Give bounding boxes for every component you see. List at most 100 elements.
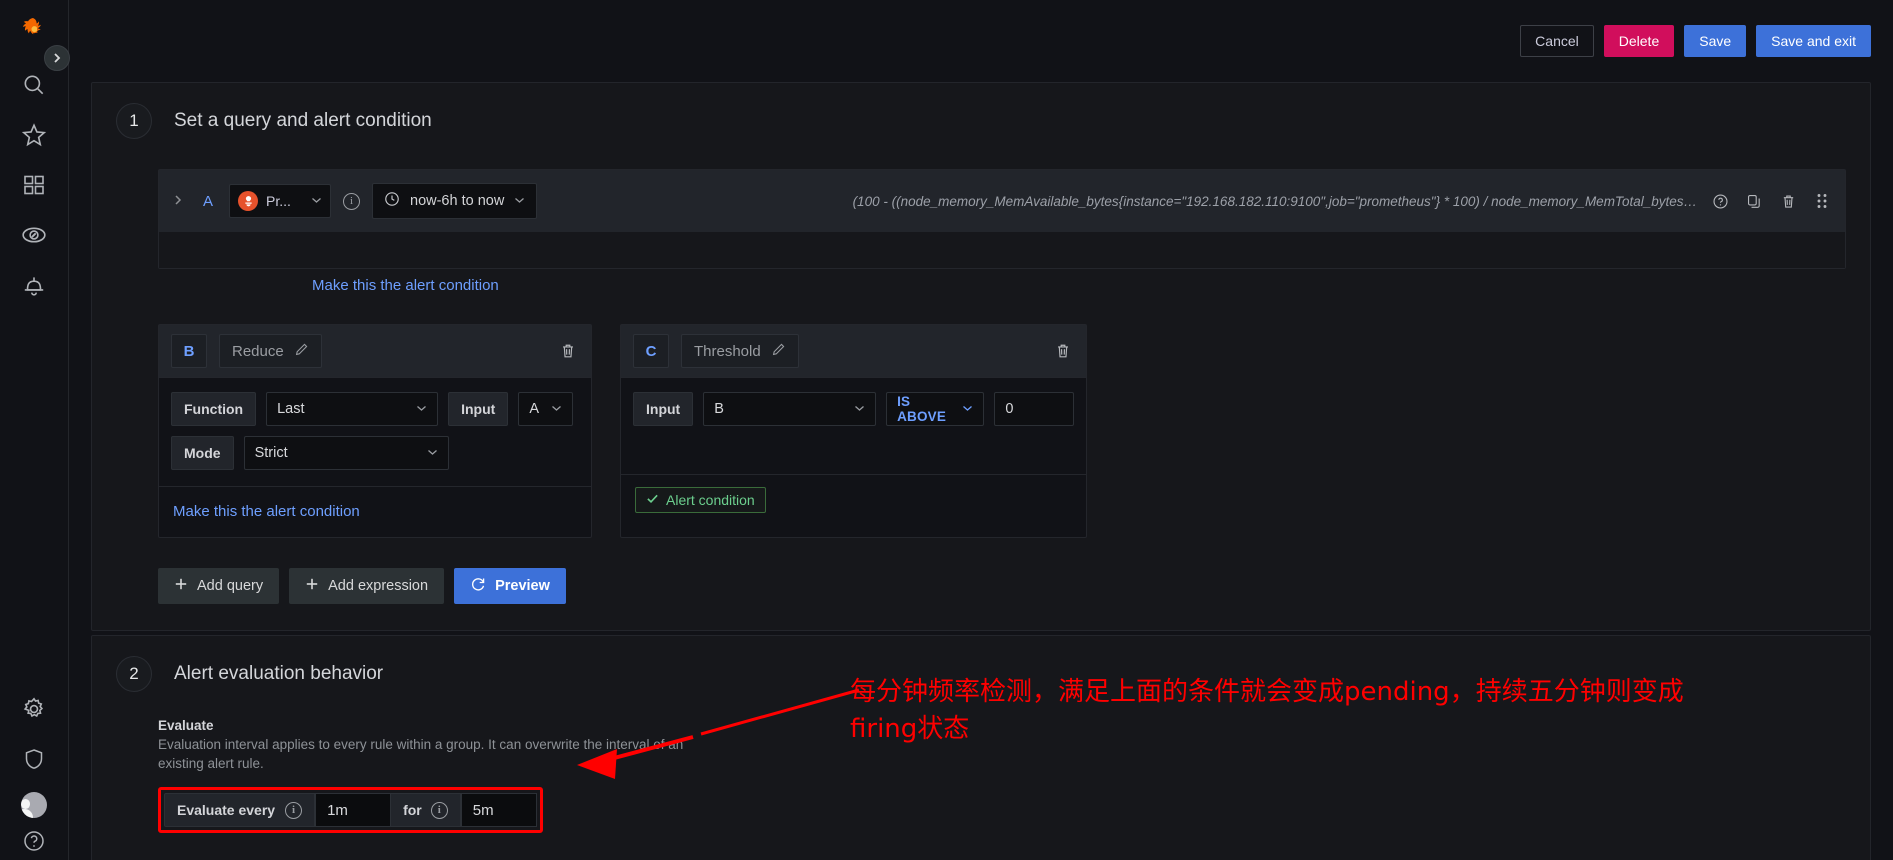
sidebar-item-configuration[interactable] <box>6 684 62 734</box>
expression-b-fields: Function Last Input A Mode Strict <box>159 378 591 486</box>
add-expression-label: Add expression <box>328 578 429 594</box>
sidebar-item-explore[interactable] <box>6 210 62 260</box>
expression-c-type[interactable]: Threshold <box>681 334 799 368</box>
save-button[interactable]: Save <box>1684 25 1747 57</box>
input-select[interactable]: A <box>518 392 574 426</box>
check-icon <box>646 492 659 508</box>
sidebar-item-alerting[interactable] <box>6 260 62 310</box>
pencil-icon[interactable] <box>771 342 786 361</box>
mode-select[interactable]: Strict <box>243 436 449 470</box>
threshold-input-value: B <box>714 401 724 417</box>
expression-b-make-alert-condition-link[interactable]: Make this the alert condition <box>173 503 360 520</box>
threshold-operator-value: IS ABOVE <box>897 394 947 424</box>
copy-icon[interactable] <box>1743 190 1765 212</box>
expression-b-function-row: Function Last Input A <box>171 392 579 426</box>
function-select[interactable]: Last <box>266 392 439 426</box>
preview-button[interactable]: Preview <box>454 568 566 604</box>
expression-b-header: B Reduce <box>159 325 591 378</box>
clock-icon <box>384 191 400 211</box>
query-a-box: A Pr... i now-6h to now (100 - ((node_me… <box>158 169 1846 269</box>
expression-c-delete-icon[interactable] <box>1052 340 1074 362</box>
evaluate-label: Evaluate <box>158 718 214 733</box>
expressions-row: B Reduce Function Last Input A Mode Stri… <box>158 324 1846 538</box>
delete-button[interactable]: Delete <box>1603 25 1675 57</box>
datasource-picker[interactable]: Pr... <box>229 184 331 218</box>
sidebar-item-starred[interactable] <box>6 110 62 160</box>
alert-condition-badge-label: Alert condition <box>666 492 755 508</box>
grafana-logo[interactable] <box>17 14 51 48</box>
chevron-down-icon <box>854 404 865 415</box>
chevron-down-icon <box>514 196 525 207</box>
datasource-name: Pr... <box>266 193 291 209</box>
step-2-title: Alert evaluation behavior <box>174 663 384 684</box>
add-query-label: Add query <box>197 578 264 594</box>
query-a-body <box>159 232 1845 268</box>
evaluate-fields-group: Evaluate every i 1m for i 5m <box>158 787 543 834</box>
function-label: Function <box>171 392 257 426</box>
trash-icon[interactable] <box>1777 190 1799 212</box>
evaluate-section: Evaluate Evaluation interval applies to … <box>158 718 1846 834</box>
mode-value: Strict <box>254 445 288 461</box>
time-range-value: now-6h to now <box>410 193 505 209</box>
sidebar-bottom-nav <box>6 684 62 860</box>
evaluate-every-text: Evaluate every <box>177 802 276 819</box>
threshold-value-input[interactable]: 0 <box>994 392 1074 426</box>
expression-c-header: C Threshold <box>621 325 1086 378</box>
threshold-input-select[interactable]: B <box>703 392 877 426</box>
query-a-expand-icon[interactable] <box>173 194 187 209</box>
evaluate-description: Evaluation interval applies to every rul… <box>158 737 684 771</box>
time-range-picker[interactable]: now-6h to now <box>372 183 538 219</box>
sidebar-item-server-admin[interactable] <box>6 734 62 784</box>
expression-b-card: B Reduce Function Last Input A Mode Stri… <box>158 324 592 538</box>
plus-icon <box>305 577 319 595</box>
input-label: Input <box>633 392 694 426</box>
expression-c-card: C Threshold Input B IS ABOVE 0 Alert con… <box>620 324 1087 538</box>
expression-b-footer: Make this the alert condition <box>159 486 591 537</box>
chevron-down-icon <box>551 404 562 415</box>
expression-c-footer: Alert condition <box>621 474 1086 525</box>
expression-c-fields: Input B IS ABOVE 0 <box>621 378 1086 474</box>
avatar[interactable] <box>21 792 47 818</box>
for-text: for <box>403 802 422 819</box>
sidebar-item-dashboards[interactable] <box>6 160 62 210</box>
for-input[interactable]: 5m <box>460 793 537 828</box>
pencil-icon[interactable] <box>294 342 309 361</box>
query-a-header: A Pr... i now-6h to now (100 - ((node_me… <box>159 170 1845 232</box>
add-expression-button[interactable]: Add expression <box>289 568 445 604</box>
preview-label: Preview <box>495 578 550 594</box>
query-a-ref-id: A <box>202 192 213 210</box>
info-circle-icon[interactable]: i <box>285 801 303 819</box>
query-expression: (100 - ((node_memory_MemAvailable_bytes{… <box>852 193 1697 209</box>
refresh-icon <box>470 576 486 596</box>
step-2-number: 2 <box>116 656 152 692</box>
threshold-operator-select[interactable]: IS ABOVE <box>886 392 985 426</box>
drag-handle-icon[interactable] <box>1811 190 1833 212</box>
chevron-down-icon <box>311 196 322 207</box>
step-2-card: 2 Alert evaluation behavior Evaluate Eva… <box>91 635 1871 860</box>
expression-c-condition-row: Input B IS ABOVE 0 <box>633 392 1074 426</box>
expression-b-delete-icon[interactable] <box>557 340 579 362</box>
expression-b-mode-row: Mode Strict <box>171 436 579 470</box>
step-1-title: Set a query and alert condition <box>174 110 432 131</box>
expression-b-type-label: Reduce <box>232 342 284 360</box>
add-query-button[interactable]: Add query <box>158 568 280 604</box>
save-and-exit-button[interactable]: Save and exit <box>1756 25 1871 57</box>
editor-toolbar: Cancel Delete Save Save and exit <box>69 0 1893 82</box>
sidebar-expand-button[interactable] <box>44 45 70 71</box>
query-a-make-alert-condition-link[interactable]: Make this the alert condition <box>312 277 1846 294</box>
cancel-button[interactable]: Cancel <box>1520 25 1594 57</box>
query-info-icon[interactable]: i <box>343 192 360 210</box>
status-badge: Alert condition <box>635 487 766 513</box>
help-circle-icon[interactable] <box>1709 190 1731 212</box>
sidebar-item-help[interactable] <box>6 826 62 856</box>
mode-label: Mode <box>171 436 234 470</box>
chevron-down-icon <box>416 404 427 415</box>
plus-icon <box>174 577 188 595</box>
for-label: for i <box>391 793 461 828</box>
expression-b-type[interactable]: Reduce <box>219 334 322 368</box>
info-circle-icon[interactable]: i <box>430 801 448 819</box>
expression-c-type-label: Threshold <box>694 342 761 360</box>
chevron-down-icon <box>962 404 973 415</box>
evaluate-every-input[interactable]: 1m <box>315 793 392 828</box>
input-label: Input <box>448 392 509 426</box>
